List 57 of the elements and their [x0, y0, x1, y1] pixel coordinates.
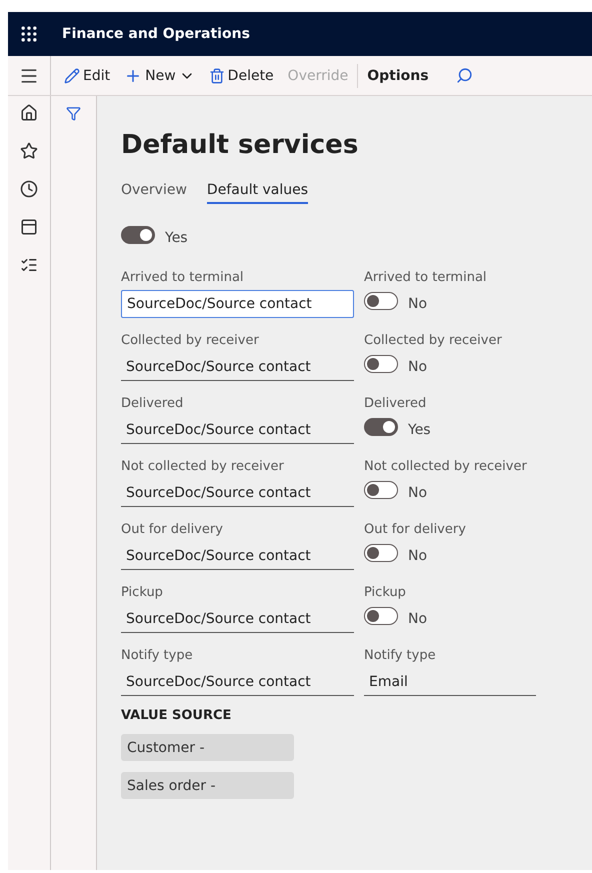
toggle-switch[interactable] [364, 355, 398, 373]
toolbar-button[interactable]: New [119, 62, 200, 88]
input-field[interactable]: SourceDoc/Source contact [121, 542, 354, 570]
field-label: Pickup [364, 585, 407, 600]
tab[interactable]: Overview [121, 182, 187, 204]
toggle-switch[interactable] [364, 544, 398, 562]
tab[interactable]: Default values [206, 182, 308, 204]
input-field[interactable]: SourceDoc/Source contact [121, 605, 354, 633]
field-label: Notify type [121, 648, 194, 663]
toggle-value: No [408, 359, 428, 375]
field-label: Arrived to terminal [121, 270, 245, 285]
field-label: Notify type [364, 648, 437, 663]
toggle-switch[interactable] [364, 418, 398, 436]
field-label: Pickup [121, 585, 164, 600]
value-source-item: Sales order - [121, 772, 294, 799]
field-label: Collected by receiver [364, 333, 503, 348]
app-launcher-icon[interactable] [19, 24, 39, 44]
star-icon[interactable] [20, 142, 38, 160]
input-field[interactable]: SourceDoc/Source contact [121, 416, 354, 444]
toolbar-button[interactable]: Options [362, 64, 434, 88]
toggle-switch[interactable] [364, 481, 398, 499]
toggle-value: Yes [408, 422, 431, 438]
clock-icon[interactable] [20, 180, 38, 198]
input-field[interactable]: SourceDoc/Source contact [121, 479, 354, 507]
input-field[interactable]: SourceDoc/Source contact [121, 668, 354, 696]
input-field[interactable]: SourceDoc/Source contact [121, 353, 354, 381]
field-label: Not collected by receiver [364, 459, 528, 474]
toggle-value: No [408, 485, 428, 501]
page-title: Default services [121, 130, 360, 160]
value-source-item: Customer - [121, 734, 294, 761]
toggle-switch[interactable] [364, 292, 398, 310]
toggle-switch[interactable] [364, 607, 398, 625]
field-label: Arrived to terminal [364, 270, 488, 285]
trash-icon [208, 68, 225, 84]
field-label: Out for delivery [121, 522, 224, 537]
app-title: Finance and Operations [62, 26, 250, 42]
home-icon[interactable] [20, 104, 38, 122]
input-field[interactable]: Email [364, 668, 536, 696]
toggle-value: No [408, 611, 428, 627]
filter-icon[interactable] [66, 106, 81, 121]
toolbar-button[interactable]: Edit [59, 64, 116, 88]
workspace-icon[interactable] [20, 218, 38, 236]
section-heading: VALUE SOURCE [121, 708, 232, 723]
field-label: Out for delivery [364, 522, 467, 537]
toolbar-button[interactable]: Delete [204, 64, 279, 88]
field-label: Collected by receiver [121, 333, 260, 348]
toggle-switch[interactable] [121, 226, 155, 244]
field-label: Delivered [121, 396, 184, 411]
toggle-value: No [408, 548, 428, 564]
search-icon[interactable] [456, 67, 473, 84]
toggle-value: No [408, 296, 428, 312]
input-field[interactable]: SourceDoc/Source contact [121, 290, 354, 318]
pencil-icon [64, 68, 80, 84]
list-icon[interactable] [20, 256, 38, 274]
field-label: Delivered [364, 396, 428, 411]
toggle-value: Yes [165, 230, 188, 246]
field-label: Not collected by receiver [121, 459, 285, 474]
